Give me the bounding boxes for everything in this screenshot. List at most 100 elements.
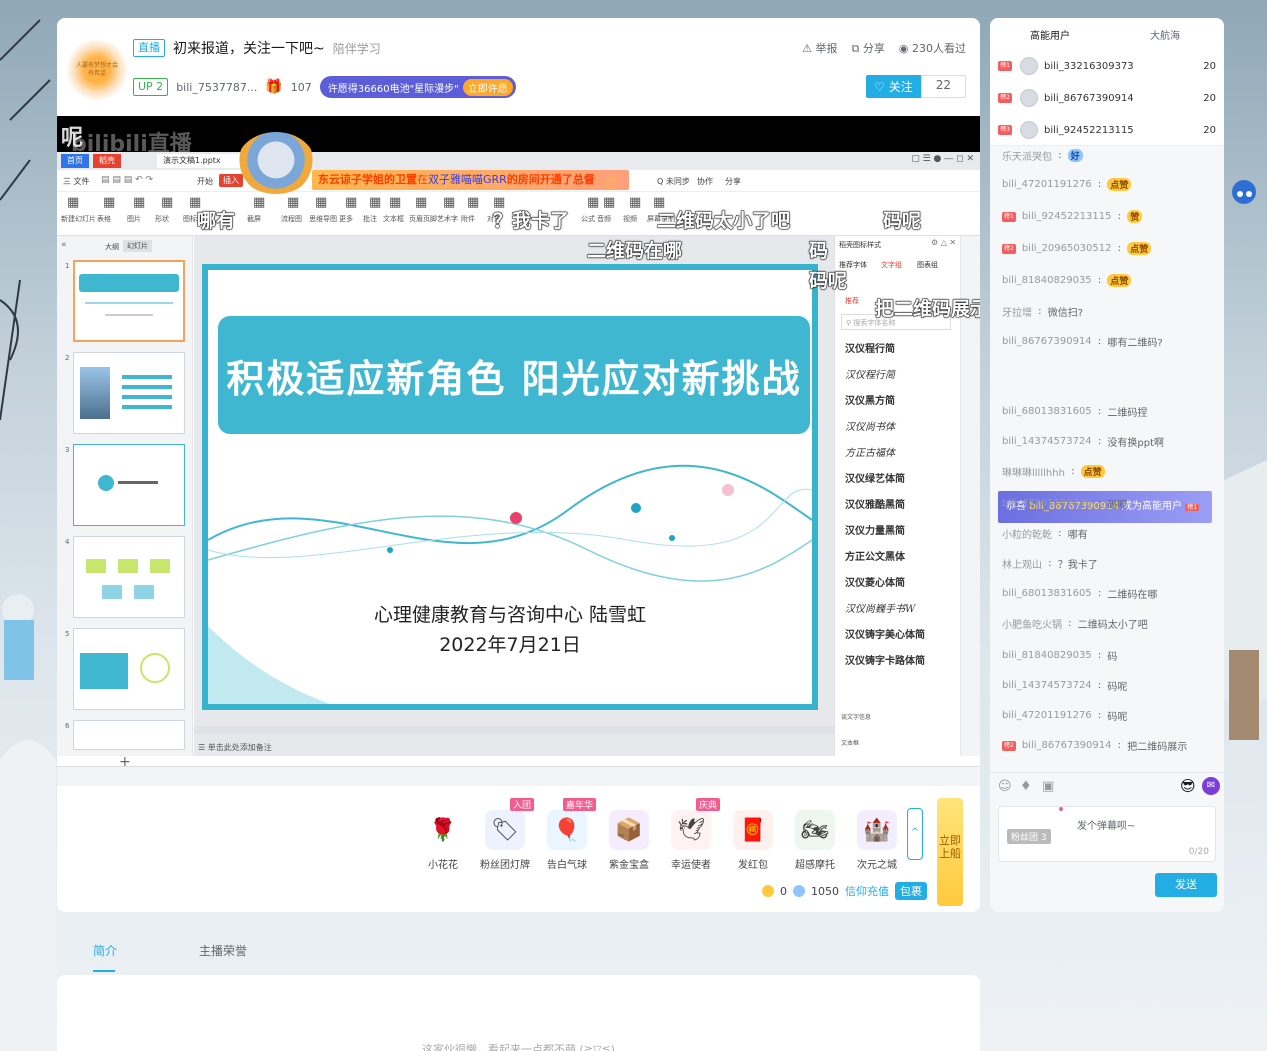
collapse-icon[interactable]: « (61, 240, 67, 250)
rank-user[interactable]: bili_86767390914 (1044, 93, 1134, 104)
ribbon-tool-icon[interactable]: ▦ (103, 195, 115, 210)
rank-row[interactable]: 榜2 bili_86767390914 20 (998, 84, 1216, 112)
slide-thumb-2[interactable] (73, 352, 185, 434)
outline-tab[interactable]: 大纲 (105, 242, 119, 252)
gift-item[interactable]: 🏰 次元之城 (846, 806, 908, 871)
font-option[interactable]: 汉仪力量黑简 (845, 522, 905, 537)
chat-bubble-icon[interactable]: ✉ (1202, 777, 1220, 795)
menu-start[interactable]: 开始 (197, 176, 213, 187)
ribbon-tool-icon[interactable]: ▦ (389, 195, 401, 210)
panel-tab-chart[interactable]: 图表组 (917, 260, 938, 270)
rank-row[interactable]: 榜1 bili_33216309373 20 (998, 52, 1216, 80)
ribbon-tool-icon[interactable]: ▦ (161, 195, 173, 210)
gift-item[interactable]: 🧧 发红包 (722, 806, 784, 871)
font-option[interactable]: 汉仪尚书体 (845, 418, 895, 433)
sunglasses-emoji-icon[interactable]: 😎 (1180, 777, 1196, 795)
chat-user[interactable]: bili_47201191276 (1002, 179, 1092, 190)
speaker-note[interactable]: ☰ 单击此处添加备注 (194, 742, 272, 753)
chat-user[interactable]: 小肥鱼吃火锅 (1002, 616, 1062, 631)
slides-tab[interactable]: 幻灯片 (123, 240, 152, 252)
ribbon-tool-icon[interactable]: ▦ (315, 195, 327, 210)
font-option[interactable]: 汉仪铸字美心体简 (845, 626, 925, 641)
live-player[interactable]: 呢 bilibili直播 首页 稻壳 演示文稿1.pptx ▢ ☰ ● ― ◻ … (57, 116, 980, 788)
ribbon-tool-icon[interactable]: ▦ (629, 195, 641, 210)
wish-now-button[interactable]: 立即许愿 (462, 78, 513, 96)
chat-user[interactable]: bili_14374573724 (1002, 680, 1092, 691)
rank-row[interactable]: 榜3 bili_92452213115 20 (998, 116, 1216, 144)
chat-user[interactable]: bili_86767390914 (1002, 336, 1092, 347)
gift-item[interactable]: 入团 🏷 粉丝团灯牌 (474, 798, 536, 871)
bag-button[interactable]: 包裹 (895, 882, 927, 900)
chat-user[interactable]: 乐天派哭包 (1002, 148, 1052, 163)
panel-footer-1[interactable]: 谈文字信息 (841, 712, 871, 721)
menu-file[interactable]: 三 文件 (63, 176, 90, 187)
chat-user[interactable]: 牙拉增 (1002, 304, 1032, 319)
font-option[interactable]: 汉仪雅酷黑简 (845, 496, 905, 511)
ribbon-tool-icon[interactable]: ▦ (345, 195, 357, 210)
gift-item[interactable]: 🌹 小花花 (412, 806, 474, 871)
room-area[interactable]: 陪伴学习 (333, 40, 381, 57)
gift-box-icon[interactable]: ♦ (1020, 779, 1032, 794)
ribbon-tool-icon[interactable]: ▦ (67, 195, 79, 210)
current-slide[interactable]: 积极适应新角色 阳光应对新挑战 心理健康教育与咨询中心 陆雪虹 2022年7月2… (202, 264, 818, 710)
font-option[interactable]: 方正公文黑体 (845, 548, 905, 563)
ribbon-tool-icon[interactable]: ▦ (443, 195, 455, 210)
chat-user[interactable]: bili_86767390914 (1022, 740, 1112, 751)
chat-user[interactable]: 琳琳琳lllllhhh (1002, 464, 1065, 479)
category-tag[interactable]: 直播 (133, 39, 165, 57)
chat-user[interactable]: bili_47201191276 (1002, 710, 1092, 721)
tab-honor[interactable]: 主播荣誉 (199, 942, 247, 959)
wps-tab-home[interactable]: 首页 (61, 154, 89, 168)
font-option[interactable]: 汉仪黑方简 (845, 392, 895, 407)
wish-banner[interactable]: 许愿得36660电池"星际漫步" 立即许愿 (319, 76, 516, 98)
chat-user[interactable]: bili_20965030512 (1022, 243, 1112, 254)
slide-thumb-3[interactable] (73, 444, 185, 526)
font-option[interactable]: 汉仪菱心体简 (845, 574, 905, 589)
share-button[interactable]: ⧉ 分享 (852, 40, 885, 56)
font-option[interactable]: 方正古福体 (845, 444, 895, 459)
gift-item[interactable]: 庆典 🕊 幸运使者 (660, 798, 722, 871)
gift-item[interactable]: 🏍 超感摩托 (784, 806, 846, 871)
ribbon-tool-icon[interactable]: ▦ (133, 195, 145, 210)
gift-item[interactable]: 嘉年华 🎈 告白气球 (536, 798, 598, 871)
ribbon-tool-icon[interactable]: ▦ (587, 195, 599, 210)
rank-user[interactable]: bili_92452213115 (1044, 125, 1134, 136)
tab-fleet[interactable]: 大航海 (1150, 27, 1180, 42)
slide-thumb-1[interactable] (73, 260, 185, 342)
menu-collab[interactable]: 协作 (697, 176, 713, 187)
tab-intro[interactable]: 简介 (93, 942, 117, 959)
send-button[interactable]: 发送 (1155, 873, 1217, 897)
user-avatar[interactable] (1020, 57, 1038, 75)
panel-controls[interactable]: ⚙ △ ✕ (931, 238, 956, 247)
slide-thumb-5[interactable] (73, 628, 185, 710)
ribbon-tool-icon[interactable]: ▦ (415, 195, 427, 210)
host-name[interactable]: bili_7537787... (176, 81, 257, 94)
font-option[interactable]: 汉仪铸字卡路体简 (845, 652, 925, 667)
panel-tab-text[interactable]: 文字组 (881, 260, 902, 270)
chat-user[interactable]: bili_81840829035 (1002, 650, 1092, 661)
chat-user[interactable]: bili_14374573724 (1002, 436, 1092, 447)
font-option[interactable]: 汉仪绿艺体简 (845, 470, 905, 485)
fan-medal[interactable]: 粉丝团 3 (1007, 829, 1051, 844)
ribbon-tool-icon[interactable]: ▦ (253, 195, 265, 210)
recharge-link[interactable]: 信仰充值 (845, 883, 889, 899)
ribbon-tool-icon[interactable]: ▦ (369, 195, 381, 210)
ribbon-tool-icon[interactable]: ▦ (603, 195, 615, 210)
chat-user[interactable]: 小粒的乾乾 (1002, 526, 1052, 541)
slide-thumb-4[interactable] (73, 536, 185, 618)
user-avatar[interactable] (1020, 89, 1038, 107)
font-option[interactable]: 汉仪程行简 (845, 366, 895, 381)
danmaku-input[interactable]: 粉丝团 3 发个弹幕呗~ 0/20 (998, 806, 1216, 862)
wps-tab-docer[interactable]: 稻壳 (93, 154, 121, 168)
font-option[interactable]: 汉仪尚巍手书W (845, 600, 915, 615)
wps-tab-file[interactable]: 演示文稿1.pptx (157, 154, 247, 168)
panel-footer-2[interactable]: 文本框 (841, 738, 859, 747)
menu-insert[interactable]: 插入 (219, 174, 243, 187)
quick-access-icons[interactable]: ▤ ▤ ▤ ↶ ↷ (101, 175, 153, 185)
horizontal-scrollbar[interactable] (194, 726, 834, 734)
slide-thumb-6[interactable] (73, 720, 185, 750)
follow-button[interactable]: ♡ 关注 (866, 75, 921, 98)
chat-user[interactable]: bili_92452213115 (1022, 211, 1112, 222)
more-gifts-arrow[interactable]: ^ (907, 808, 923, 860)
ribbon-tool-icon[interactable]: ▦ (287, 195, 299, 210)
